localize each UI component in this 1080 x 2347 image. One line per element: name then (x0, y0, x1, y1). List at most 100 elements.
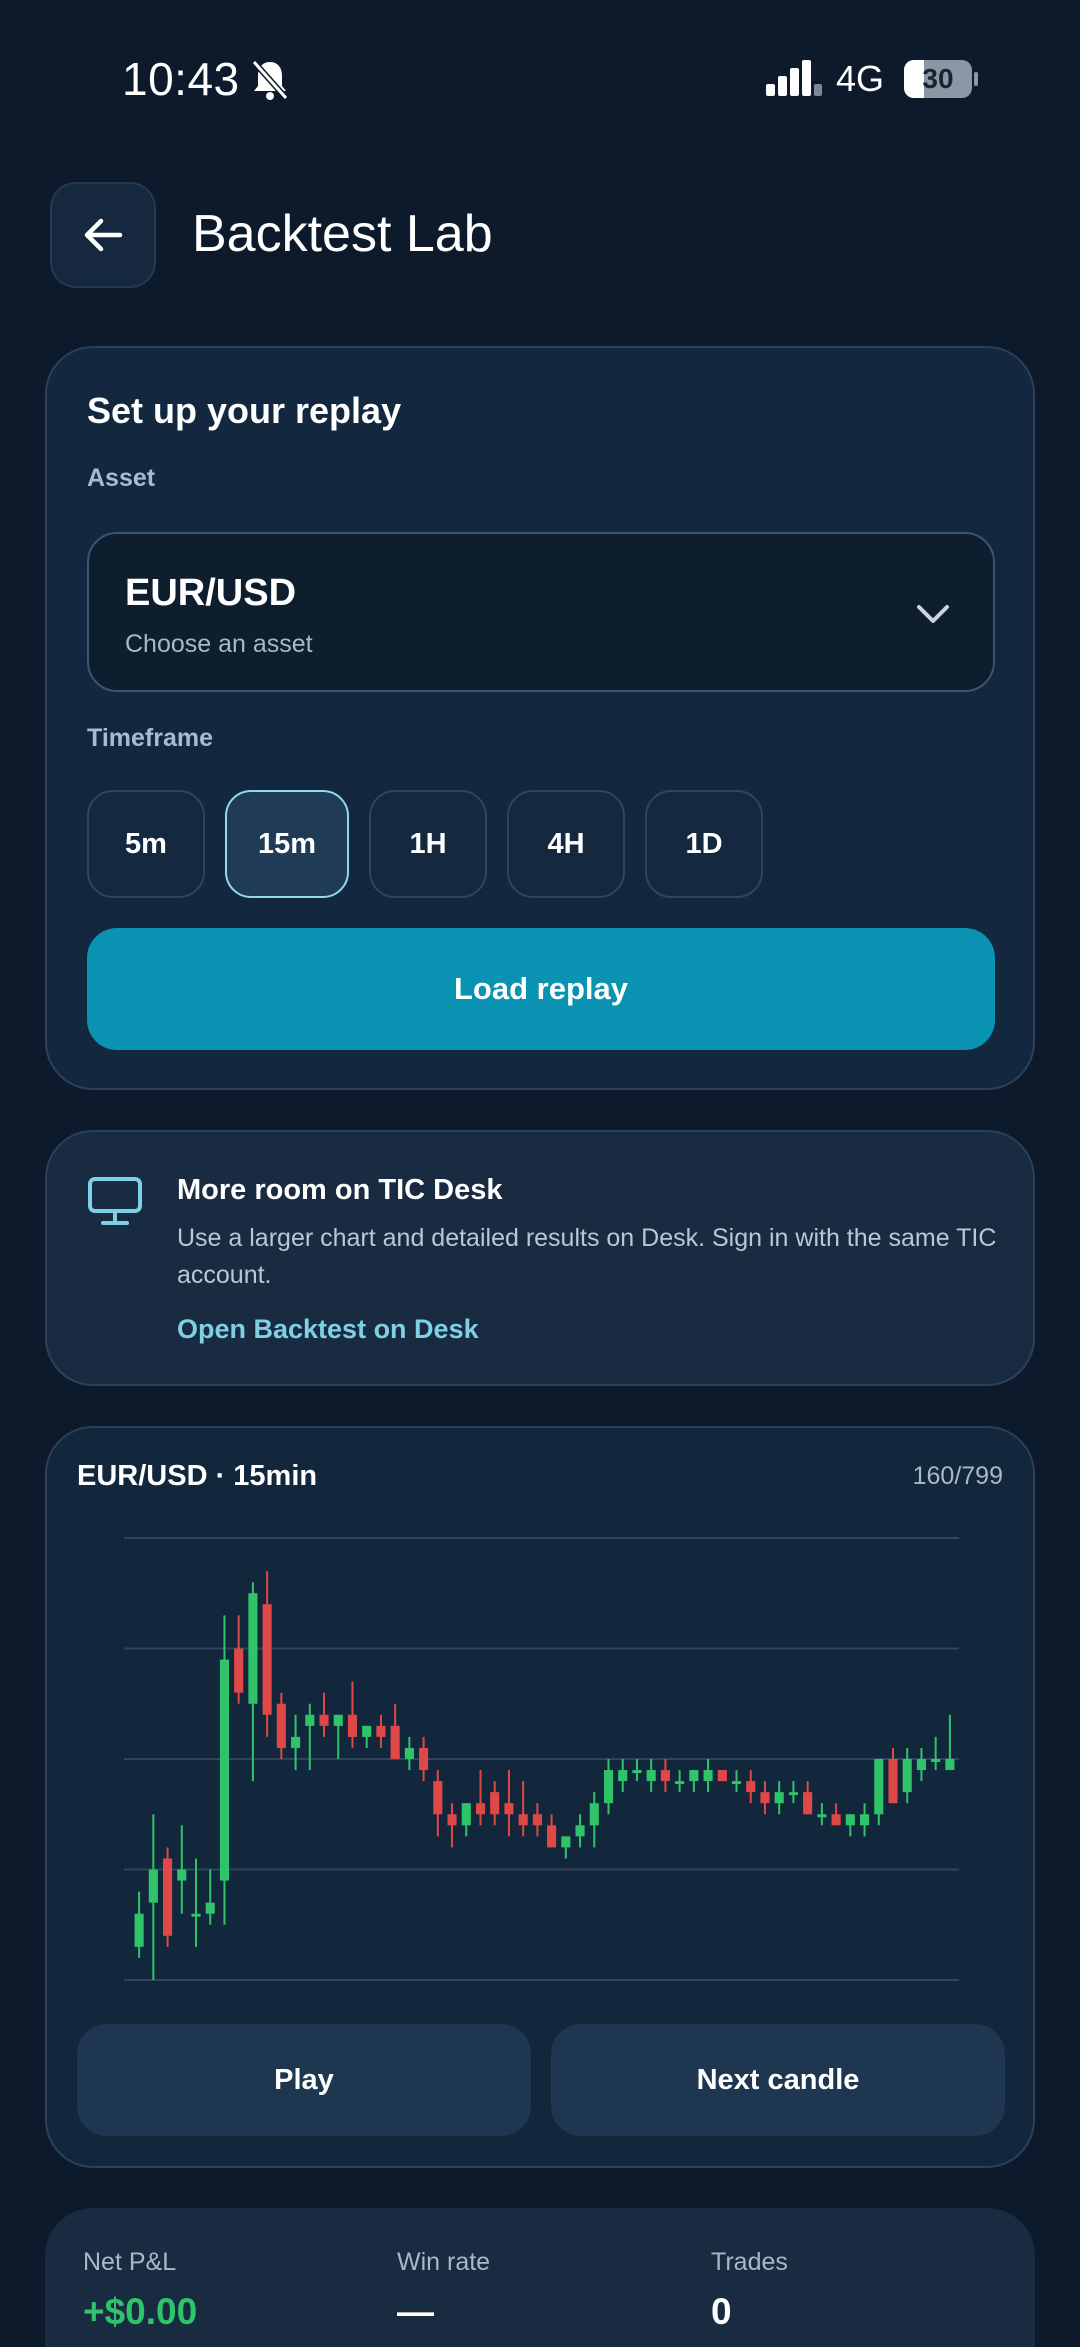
asset-select[interactable]: EUR/USD Choose an asset (87, 532, 995, 692)
candle (191, 1858, 201, 1947)
status-bar: 10:43 4G 30 (0, 0, 1080, 160)
candle (390, 1703, 400, 1759)
candle (475, 1770, 486, 1826)
signal-icon (766, 60, 822, 96)
open-backtest-desk-link[interactable]: Open Backtest on Desk (177, 1314, 479, 1345)
candle (305, 1703, 315, 1771)
net-pl-stat: Net P&L +$0.00 (83, 2248, 197, 2333)
asset-placeholder: Choose an asset (125, 630, 313, 658)
asset-label: Asset (87, 464, 156, 492)
battery-level: 30 (922, 63, 954, 94)
candle (333, 1714, 343, 1759)
back-button[interactable] (50, 182, 156, 288)
candle (376, 1714, 386, 1748)
candle (148, 1814, 158, 1980)
net-pl-value: +$0.00 (83, 2291, 198, 2332)
candle (717, 1770, 727, 1782)
net-pl-label: Net P&L (83, 2248, 177, 2276)
candlestick-chart (124, 1537, 959, 1981)
network-label: 4G (836, 58, 885, 99)
timeframe-15m[interactable]: 15m (225, 790, 349, 898)
load-replay-button[interactable]: Load replay (87, 928, 995, 1050)
candle (760, 1781, 770, 1815)
candle (547, 1814, 557, 1848)
candle (404, 1736, 414, 1771)
candle (433, 1770, 443, 1837)
timeframe-1d[interactable]: 1D (645, 790, 763, 898)
candle (874, 1759, 884, 1826)
win-rate-value: — (397, 2291, 434, 2332)
candle (902, 1747, 912, 1804)
candle (646, 1759, 656, 1793)
candle (675, 1770, 685, 1793)
play-button[interactable]: Play (77, 2024, 531, 2136)
desk-promo-title: More room on TIC Desk (177, 1174, 503, 1206)
trades-label: Trades (711, 2248, 788, 2276)
timeframe-4h[interactable]: 4H (507, 790, 625, 898)
candle (660, 1759, 670, 1793)
monitor-icon (88, 1177, 142, 1225)
trades-value: 0 (711, 2291, 732, 2332)
timeframe-5m[interactable]: 5m (87, 790, 205, 898)
candle (504, 1770, 514, 1837)
timeframe-selector: 5m 15m 1H 4H 1D (87, 790, 763, 898)
timeframe-1h[interactable]: 1H (369, 790, 487, 898)
candle (347, 1681, 358, 1748)
candle (589, 1792, 599, 1848)
candle (276, 1692, 286, 1759)
chevron-down-icon (917, 605, 949, 623)
candle (248, 1582, 258, 1782)
setup-title: Set up your replay (87, 390, 402, 431)
candle (817, 1803, 827, 1826)
candle (746, 1770, 756, 1804)
candle (219, 1615, 230, 1925)
desk-promo-body: Use a larger chart and detailed results … (177, 1224, 997, 1289)
candle (362, 1725, 372, 1748)
candle (419, 1736, 429, 1782)
win-rate-label: Win rate (397, 2248, 491, 2276)
candle (703, 1759, 713, 1793)
candle (888, 1747, 898, 1804)
candle (916, 1747, 926, 1782)
candle (731, 1770, 742, 1793)
asset-value: EUR/USD (125, 572, 297, 614)
bell-muted-icon (251, 60, 289, 100)
candle (603, 1759, 614, 1815)
candle (945, 1714, 955, 1771)
battery-icon: 30 (904, 60, 978, 98)
candle (859, 1803, 870, 1837)
next-candle-button[interactable]: Next candle (551, 2024, 1005, 2136)
candle (319, 1692, 329, 1737)
candle (689, 1770, 699, 1793)
desk-promo-card: More room on TIC Desk Use a larger chart… (45, 1130, 1035, 1386)
arrow-left-icon (84, 218, 123, 252)
candle (831, 1803, 841, 1826)
candle (532, 1803, 542, 1837)
results-card: Net P&L +$0.00 Win rate — Trades 0 (45, 2208, 1035, 2347)
timeframe-label: Timeframe (87, 724, 213, 752)
replay-setup-card: Set up your replay Asset EUR/USD Choose … (45, 346, 1035, 1090)
candle (575, 1814, 585, 1848)
candle (632, 1759, 642, 1782)
candle (490, 1781, 500, 1826)
candle (461, 1803, 471, 1837)
candle (561, 1836, 571, 1859)
candle (618, 1759, 628, 1793)
win-rate-stat: Win rate — (397, 2248, 490, 2333)
candle (291, 1714, 301, 1771)
chart-card: EUR/USD · 15min 160/799 Play Next candle (45, 1426, 1035, 2168)
candle (788, 1781, 798, 1804)
trades-stat: Trades 0 (711, 2248, 788, 2333)
candle (774, 1781, 784, 1815)
candle (803, 1781, 813, 1815)
candle (134, 1891, 144, 1958)
candle (845, 1814, 855, 1837)
candle (518, 1781, 528, 1837)
candle (177, 1825, 187, 1914)
status-time: 10:43 (122, 53, 240, 105)
candle (931, 1736, 941, 1771)
candle (262, 1571, 272, 1737)
page-title: Backtest Lab (192, 205, 493, 263)
candle (163, 1847, 173, 1947)
candle (234, 1615, 244, 1704)
